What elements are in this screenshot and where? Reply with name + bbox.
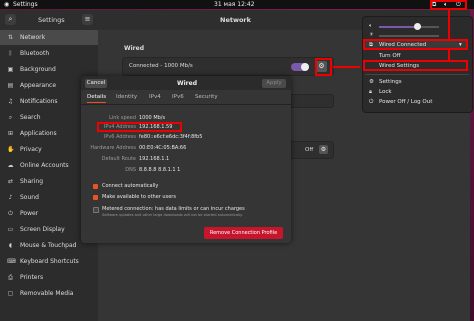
remove-profile-button[interactable]: Remove Connection Profile — [204, 227, 283, 239]
background-icon: ▣ — [7, 66, 14, 73]
proxy-row[interactable]: Off ⚙ — [288, 141, 334, 159]
brightness-icon: ☀ — [369, 32, 374, 38]
lock-item[interactable]: Lock — [379, 89, 392, 95]
privacy-icon: ✋ — [7, 146, 15, 153]
mouse-icon: ◖ — [8, 242, 13, 249]
ipv6-label: IPv6 Address — [103, 134, 136, 140]
toggle-knob — [301, 63, 309, 71]
sound-icon: ♪ — [8, 194, 13, 201]
wired-connection-row: Connected - 1000 Mb/s ⚙ — [122, 57, 334, 76]
display-icon: ▭ — [7, 226, 14, 233]
metered-label: Metered connection: has data limits or c… — [102, 206, 245, 212]
available-all-label: Make available to other users — [102, 194, 176, 200]
sidebar-item-removable-media[interactable]: ▢ Removable Media — [0, 286, 98, 301]
tab-ipv6[interactable]: IPv6 — [172, 94, 184, 100]
sidebar-item-bluetooth[interactable]: ᛒ Bluetooth — [0, 46, 98, 61]
wired-heading: Wired — [124, 45, 144, 52]
brightness-slider[interactable] — [379, 35, 439, 37]
search-icon: ⌕ — [8, 114, 13, 121]
tab-security[interactable]: Security — [195, 94, 218, 100]
arrow-down-2 — [448, 50, 450, 60]
highlight-tray — [430, 0, 467, 10]
page-title: Network — [220, 16, 251, 24]
volume-fill — [379, 26, 416, 28]
dns-label: DNS — [125, 167, 136, 173]
settings-item[interactable]: Settings — [379, 79, 402, 85]
app-menu[interactable]: Settings — [13, 1, 38, 8]
wired-toggle[interactable] — [291, 63, 309, 71]
dns-value: 8.8.8.8 8.8.1.1 1 — [139, 167, 181, 173]
network-icon: ⇅ — [7, 34, 14, 41]
hardware-address-value: 00:E0:4C:05:BA:66 — [139, 145, 187, 151]
sharing-icon: ⇄ — [7, 178, 14, 185]
gear-icon[interactable]: ⚙ — [319, 145, 328, 154]
removable-media-icon: ▢ — [7, 290, 14, 297]
ipv6-value: fe80::e6cf:e6dc:3f4f:8fb5 — [139, 134, 203, 140]
link-speed-label: Link speed — [109, 115, 136, 121]
volume-slider[interactable] — [379, 23, 439, 30]
printer-icon: ⎙ — [8, 274, 13, 281]
highlight-ipv4 — [97, 122, 182, 132]
appearance-icon: ▤ — [7, 82, 14, 89]
tab-ipv4[interactable]: IPv4 — [149, 94, 161, 100]
dialog-title: Wired — [177, 80, 197, 87]
clock[interactable]: 31 мая 12:42 — [214, 1, 255, 8]
highlight-gear — [315, 58, 332, 76]
volume-knob[interactable] — [414, 23, 421, 30]
highlight-wired-settings — [363, 60, 468, 71]
sidebar-item-printers[interactable]: ⎙ Printers — [0, 270, 98, 285]
sidebar-item-background[interactable]: ▣ Background — [0, 62, 98, 77]
power-off-item[interactable]: Power Off / Log Out — [379, 99, 432, 105]
power-icon: ⏻ — [8, 210, 13, 217]
dialog-header: Cancel Wired Apply — [81, 76, 291, 90]
settings-icon: ⚙ — [369, 79, 374, 85]
tab-identity[interactable]: Identity — [116, 94, 137, 100]
divider — [365, 74, 469, 75]
default-route-value: 192.168.1.1 — [139, 156, 170, 162]
highlight-wired-connected — [363, 39, 468, 50]
activities-icon[interactable]: ◉ — [4, 1, 9, 8]
notifications-icon: ♫ — [7, 98, 14, 105]
available-all-checkbox[interactable] — [93, 195, 98, 200]
hamburger-menu-icon[interactable]: ≡ — [82, 14, 93, 25]
metered-checkbox[interactable] — [93, 207, 99, 213]
proxy-value: Off — [305, 147, 314, 153]
search-icon[interactable]: ⌕ — [5, 14, 16, 25]
connect-auto-checkbox[interactable] — [93, 184, 98, 189]
wired-dialog: Cancel Wired Apply Details Identity IPv4… — [81, 76, 291, 243]
apply-button[interactable]: Apply — [262, 79, 286, 88]
applications-icon: ⊞ — [7, 130, 14, 137]
sidebar-item-network[interactable]: ⇅ Network — [0, 30, 98, 45]
default-route-label: Default Route — [101, 156, 136, 162]
metered-sublabel: Software updates and other large downloa… — [102, 213, 243, 217]
arrow-line — [333, 66, 360, 68]
link-speed-value: 1000 Mb/s — [139, 115, 166, 121]
power-icon: ⏻ — [369, 99, 374, 105]
connection-status: Connected - 1000 Mb/s — [129, 63, 193, 69]
volume-icon: 🔈︎ — [369, 23, 373, 29]
tab-details[interactable]: Details — [87, 94, 107, 103]
sidebar-item-keyboard[interactable]: ⌨ Keyboard Shortcuts — [0, 254, 98, 269]
turn-off-item[interactable]: Turn Off — [379, 53, 401, 59]
lock-icon: 🔒︎ — [369, 89, 372, 95]
online-accounts-icon: ☁ — [7, 162, 14, 169]
connect-auto-label: Connect automatically — [102, 183, 159, 189]
tab-divider — [81, 104, 291, 105]
hardware-address-label: Hardware Address — [90, 145, 136, 151]
keyboard-icon: ⌨ — [7, 258, 16, 265]
arrow-down — [448, 10, 450, 39]
settings-title: Settings — [38, 16, 65, 24]
top-bar: ◉ Settings 31 мая 12:42 ⧉ 🔈︎ ⏻ — [0, 0, 474, 9]
bluetooth-icon: ᛒ — [8, 50, 13, 57]
cancel-button[interactable]: Cancel — [85, 79, 107, 88]
